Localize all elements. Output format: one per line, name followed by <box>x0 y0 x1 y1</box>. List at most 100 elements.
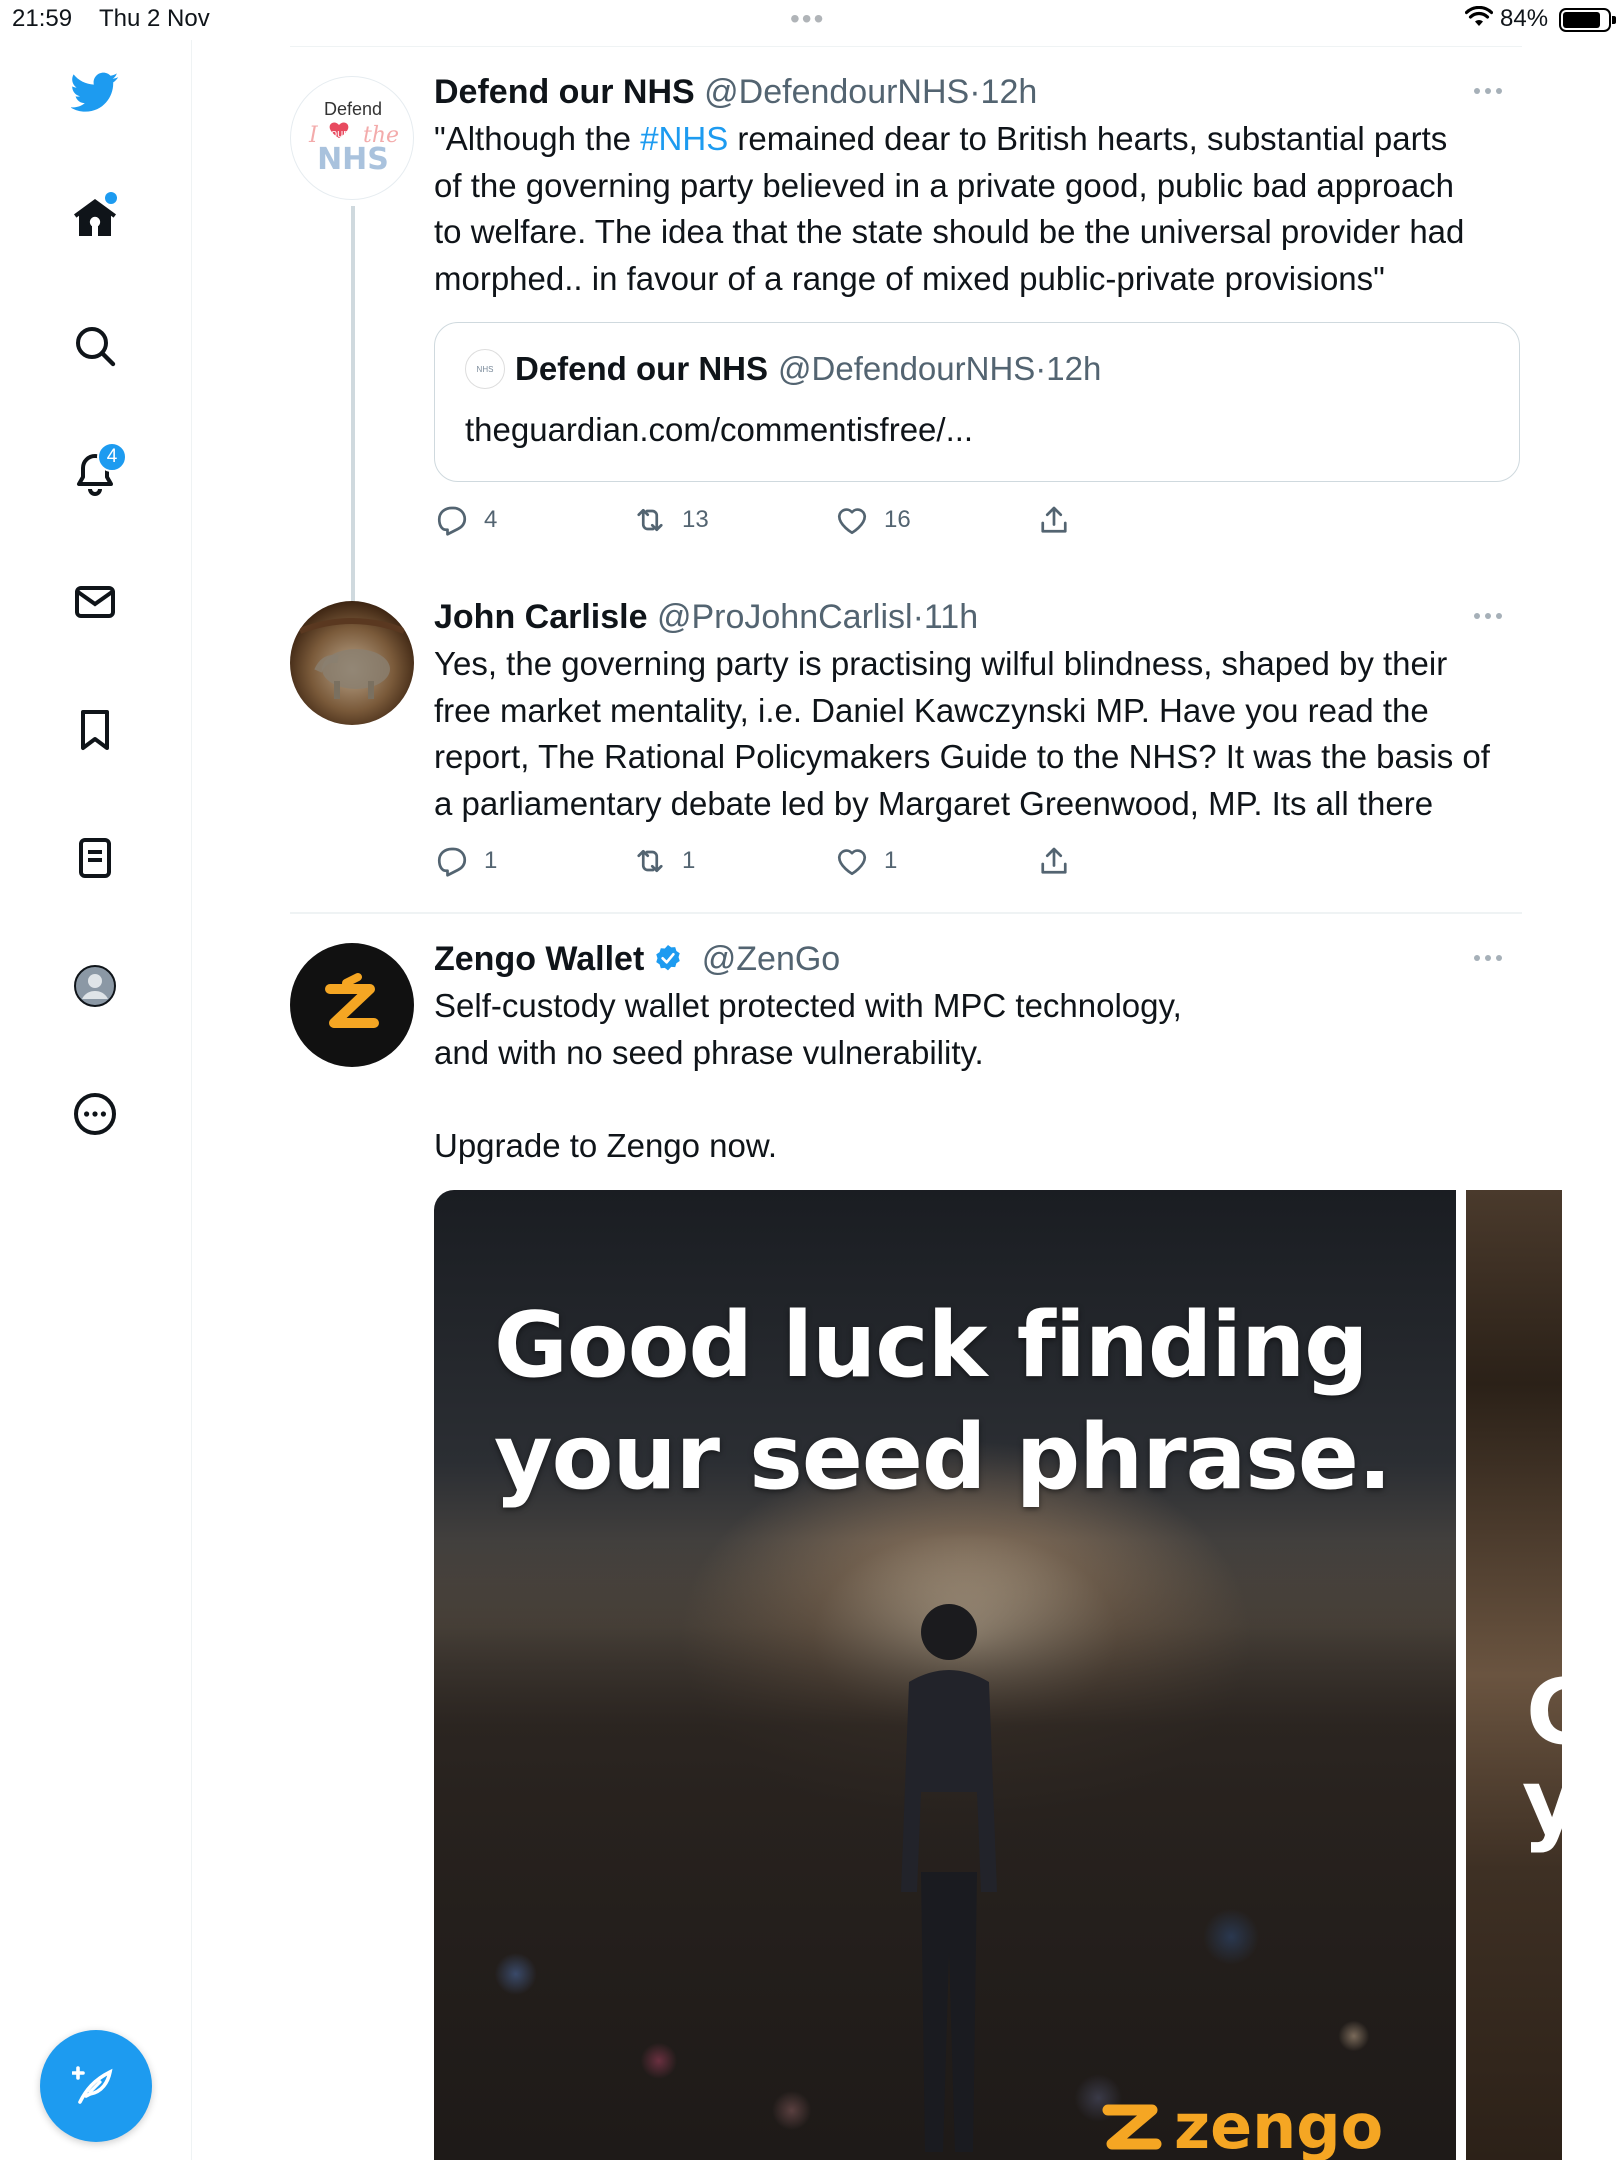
retweet-button[interactable]: 13 <box>632 502 709 538</box>
zengo-logo-icon <box>325 973 379 1028</box>
quote-author-name: Defend our NHS <box>515 350 769 387</box>
like-button[interactable]: 16 <box>834 502 911 538</box>
feed-top-divider <box>290 46 1522 47</box>
like-count: 16 <box>884 506 911 533</box>
quote-time: 12h <box>1046 350 1102 387</box>
nav-bookmarks[interactable] <box>63 698 127 762</box>
like-count: 1 <box>884 847 898 874</box>
battery-icon <box>1559 8 1616 32</box>
author-handle[interactable]: @ZenGo <box>702 940 840 978</box>
bookmark-icon <box>81 710 109 750</box>
status-bar: 21:59 Thu 2 Nov ••• 84% <box>0 0 1620 40</box>
nav-messages[interactable] <box>63 570 127 634</box>
compose-tweet-button[interactable] <box>40 2030 152 2142</box>
multitasking-dots-icon[interactable]: ••• <box>790 3 825 35</box>
quote-tweet-card[interactable]: NHS Defend our NHS @DefendourNHS · 12h the… <box>434 322 1520 482</box>
header-separator: · <box>969 73 981 111</box>
reply-button[interactable]: 1 <box>434 843 497 879</box>
tweet-body: John Carlisle @ProJohnCarlisl·11h Yes, t… <box>434 595 1522 827</box>
retweet-icon <box>637 508 663 532</box>
zengo-mark-icon <box>1102 2104 1162 2149</box>
retweet-button[interactable]: 1 <box>632 843 695 879</box>
reply-icon <box>437 847 467 877</box>
retweet-count: 13 <box>682 506 709 533</box>
nav-more[interactable] <box>63 1082 127 1146</box>
heart-icon <box>837 508 867 535</box>
list-icon <box>79 838 111 878</box>
quote-avatar: NHS <box>465 349 505 389</box>
ad-brand-text: zengo <box>1174 2090 1384 2160</box>
profile-icon <box>74 965 116 1007</box>
tweet-text: "Although the #NHS remained dear to Brit… <box>434 116 1522 302</box>
heart-icon <box>837 849 867 876</box>
home-notification-dot <box>105 192 117 204</box>
tweet-more-icon[interactable] <box>1474 955 1502 961</box>
tweet-body: Zengo Wallet @ZenGo Self-custody wallet … <box>434 937 1522 1169</box>
author-handle[interactable]: @DefendourNHS <box>704 73 969 111</box>
ad-headline: Good luck finding your seed phrase. <box>494 1293 1392 1510</box>
reply-count: 1 <box>484 847 498 874</box>
tweet-more-icon[interactable] <box>1474 613 1502 619</box>
mail-icon <box>75 586 115 618</box>
avatar-defendournhs[interactable]: Defend our the I NHS <box>290 76 414 200</box>
quote-link-text[interactable]: theguardian.com/commentisfree/... <box>465 411 973 449</box>
retweet-icon <box>637 849 663 873</box>
author-name[interactable]: Zengo Wallet <box>434 940 644 978</box>
ad-next-fragment: y <box>1522 1750 1562 1855</box>
nav-home[interactable] <box>63 186 127 250</box>
verified-badge-icon <box>656 945 681 971</box>
tweet-text-part: "Although the <box>434 120 641 157</box>
ad-person-silhouette <box>901 1604 997 2152</box>
avatar-text-nhs: NHS <box>317 142 389 177</box>
tweet-divider <box>290 912 1522 914</box>
more-circle-icon <box>74 1093 116 1135</box>
compose-feather-icon <box>72 2066 113 2104</box>
battery-level <box>1563 12 1600 28</box>
tweet-actions: 4 13 16 <box>434 502 1334 542</box>
tweet-actions: 1 1 1 <box>434 843 1334 883</box>
reply-button[interactable]: 4 <box>434 502 497 538</box>
avatar-text-our: our <box>331 128 347 140</box>
quote-author-handle: @DefendourNHS <box>778 350 1036 387</box>
sidebar-nav: 4 <box>0 40 192 2160</box>
author-name[interactable]: John Carlisle <box>434 598 648 636</box>
like-button[interactable]: 1 <box>834 843 897 879</box>
tweet-header: John Carlisle @ProJohnCarlisl·11h <box>434 595 1522 639</box>
share-icon <box>1041 847 1067 874</box>
tweet-header: Defend our NHS @DefendourNHS·12h <box>434 70 1522 114</box>
nav-lists[interactable] <box>63 826 127 890</box>
status-time: 21:59 <box>12 5 73 32</box>
tweet-text: Yes, the governing party is practising w… <box>434 645 1490 822</box>
tweet-time[interactable]: 12h <box>981 73 1038 111</box>
tweet-text: Self-custody wallet protected with MPC t… <box>434 987 1182 1164</box>
notifications-badge: 4 <box>97 442 127 472</box>
nav-explore[interactable] <box>63 314 127 378</box>
battery-percent: 84% <box>1500 5 1549 32</box>
tweet-header: Zengo Wallet @ZenGo <box>434 937 1522 981</box>
tweet-more-icon[interactable] <box>1474 88 1502 94</box>
reply-count: 4 <box>484 506 498 533</box>
author-handle[interactable]: @ProJohnCarlisl <box>657 598 913 636</box>
search-icon <box>76 327 116 367</box>
ad-media-image[interactable]: Good luck finding your seed phrase. zeng… <box>434 1190 1456 2160</box>
avatar-projohncarlisl[interactable] <box>290 601 414 725</box>
status-date: Thu 2 Nov <box>99 5 210 32</box>
share-button[interactable] <box>1036 502 1086 538</box>
wifi-icon <box>1464 5 1494 35</box>
nav-notifications[interactable]: 4 <box>63 442 127 506</box>
quote-separator: · <box>1035 350 1047 387</box>
nav-profile[interactable] <box>63 954 127 1018</box>
hashtag-link[interactable]: #NHS <box>640 120 728 157</box>
retweet-count: 1 <box>682 847 696 874</box>
twitter-logo-icon[interactable] <box>63 60 127 124</box>
author-name[interactable]: Defend our NHS <box>434 73 695 111</box>
header-separator: · <box>912 598 924 636</box>
ad-brand-logo: zengo <box>1094 2090 1383 2160</box>
tweet-time[interactable]: 11h <box>924 598 978 636</box>
avatar-zengo[interactable] <box>290 943 414 1067</box>
reply-icon <box>437 506 467 536</box>
avatar-text-defend: Defend <box>324 99 382 119</box>
quote-header: NHS Defend our NHS @DefendourNHS · 12h <box>465 349 1101 389</box>
ad-media-image-next[interactable]: G y <box>1466 1190 1562 2160</box>
share-button[interactable] <box>1036 843 1086 879</box>
